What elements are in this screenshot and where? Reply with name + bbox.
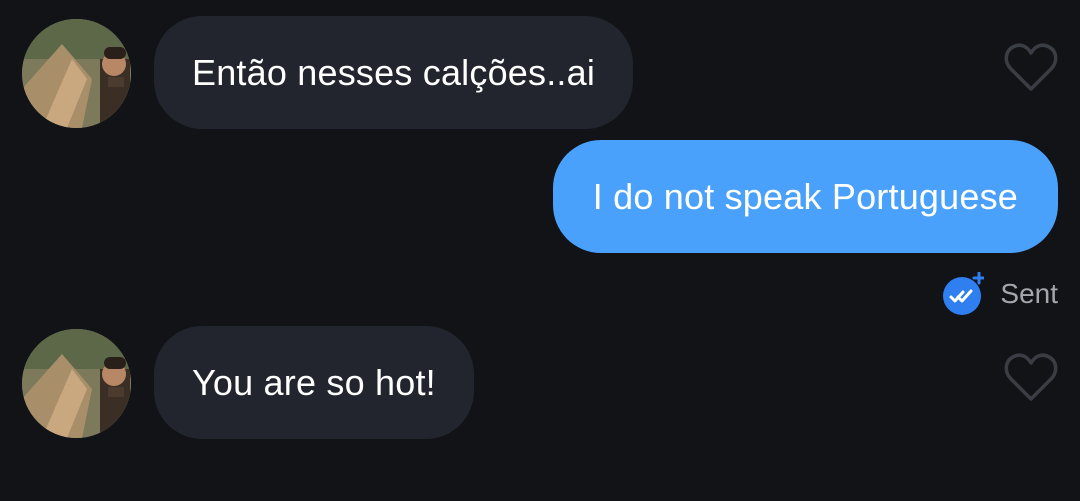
incoming-message-bubble[interactable]: Então nesses calções..ai (154, 16, 634, 129)
avatar[interactable] (22, 19, 131, 128)
message-text: Então nesses calções..ai (192, 51, 596, 93)
avatar[interactable] (22, 329, 131, 438)
status-label: Sent (1000, 278, 1058, 309)
message-text: I do not speak Portuguese (592, 175, 1018, 217)
message-text: You are so hot! (192, 361, 436, 403)
heart-icon[interactable] (1003, 43, 1059, 93)
avatar-photo (22, 329, 131, 438)
avatar-photo (22, 19, 131, 128)
outgoing-message-bubble[interactable]: I do not speak Portuguese (552, 140, 1058, 253)
heart-icon[interactable] (1003, 353, 1059, 403)
incoming-message-bubble[interactable]: You are so hot! (154, 326, 474, 439)
double-check-icon (942, 271, 986, 316)
message-status: Sent (942, 271, 1058, 316)
